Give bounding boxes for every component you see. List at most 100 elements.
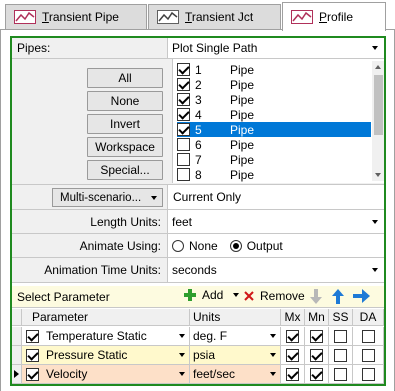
row-header-current[interactable] xyxy=(12,365,22,384)
multi-scenario-dropdown-button[interactable]: Multi-scenario... xyxy=(52,188,163,207)
mn-checkbox[interactable] xyxy=(310,329,323,343)
pipe-list-scrollbar[interactable] xyxy=(372,61,384,181)
parameter-enable-checkbox[interactable] xyxy=(26,329,39,343)
ss-checkbox[interactable] xyxy=(334,348,347,362)
ss-cell[interactable] xyxy=(329,346,353,365)
table-row-parameter[interactable]: Pressure Static xyxy=(22,346,190,365)
tab-strip: Transient Pipe Transient Jct Profile xyxy=(0,0,395,31)
pipe-checkbox[interactable] xyxy=(177,63,190,76)
mx-checkbox[interactable] xyxy=(286,348,299,362)
row-header-corner xyxy=(12,309,22,326)
move-up-arrow-icon[interactable] xyxy=(331,288,345,304)
chevron-down-icon xyxy=(372,219,378,224)
list-item[interactable]: 8 Pipe xyxy=(177,167,371,182)
mn-checkbox[interactable] xyxy=(310,367,323,381)
mx-checkbox[interactable] xyxy=(286,367,299,381)
plus-icon xyxy=(184,289,196,301)
parameter-enable-checkbox[interactable] xyxy=(26,367,39,381)
parameter-enable-checkbox[interactable] xyxy=(26,348,39,362)
pipes-label: Pipes: xyxy=(12,38,167,58)
ss-cell[interactable] xyxy=(329,327,353,346)
mn-checkbox[interactable] xyxy=(310,348,323,362)
da-checkbox[interactable] xyxy=(361,367,375,381)
da-checkbox[interactable] xyxy=(361,329,375,343)
list-item[interactable]: 3 Pipe xyxy=(177,92,371,107)
da-cell[interactable] xyxy=(353,327,384,346)
list-item[interactable]: 2 Pipe xyxy=(177,77,371,92)
mx-cell[interactable] xyxy=(281,327,305,346)
chevron-down-icon[interactable] xyxy=(179,353,185,357)
all-button[interactable]: All xyxy=(87,68,163,88)
line-chart-icon xyxy=(14,10,36,24)
animate-output-option[interactable]: Output xyxy=(229,239,283,253)
pipe-checkbox[interactable] xyxy=(177,168,190,181)
chevron-down-icon[interactable] xyxy=(233,293,240,297)
anim-time-units-select[interactable]: seconds xyxy=(167,258,384,282)
pipe-checkbox[interactable] xyxy=(177,153,190,166)
pipe-checkbox[interactable] xyxy=(177,78,190,91)
da-cell[interactable] xyxy=(353,346,384,365)
da-checkbox[interactable] xyxy=(361,348,375,362)
special-button[interactable]: Special... xyxy=(87,160,163,180)
scroll-thumb[interactable] xyxy=(374,75,383,135)
none-button[interactable]: None xyxy=(87,91,163,111)
list-item[interactable]: 1 Pipe xyxy=(177,62,371,77)
list-item[interactable]: 4 Pipe xyxy=(177,107,371,122)
row-header[interactable] xyxy=(12,327,22,346)
move-down-arrow-icon[interactable] xyxy=(309,289,323,305)
mx-checkbox[interactable] xyxy=(286,329,299,343)
tab-transient-jct[interactable]: Transient Jct xyxy=(148,4,281,29)
ss-checkbox[interactable] xyxy=(334,367,347,381)
ss-checkbox[interactable] xyxy=(334,329,347,343)
list-item[interactable]: 7 Pipe xyxy=(177,152,371,167)
length-units-value: feet xyxy=(172,214,193,229)
pipe-list[interactable]: 1 Pipe 2 Pipe 3 Pipe 4 Pipe 5 Pipe 6 Pip… xyxy=(172,59,384,183)
radio-none[interactable] xyxy=(172,239,184,252)
pipe-checkbox[interactable] xyxy=(177,123,190,136)
pipes-mode-select[interactable]: Plot Single Path xyxy=(167,38,384,58)
pipe-checkbox[interactable] xyxy=(177,138,190,151)
mx-cell[interactable] xyxy=(281,346,305,365)
table-row-units[interactable]: feet/sec xyxy=(190,365,281,384)
mn-cell[interactable] xyxy=(305,346,329,365)
chevron-down-icon xyxy=(372,46,378,50)
list-item[interactable]: 6 Pipe xyxy=(177,137,371,152)
mn-cell[interactable] xyxy=(305,327,329,346)
workspace-button[interactable]: Workspace xyxy=(87,137,163,157)
list-item-selected[interactable]: 5 Pipe xyxy=(177,122,371,137)
chevron-down-icon[interactable] xyxy=(179,334,185,338)
length-units-select[interactable]: feet xyxy=(167,210,384,233)
da-cell[interactable] xyxy=(353,365,384,384)
add-button[interactable]: Add xyxy=(183,288,240,302)
remove-button[interactable]: Remove xyxy=(243,289,305,303)
chevron-down-icon[interactable] xyxy=(270,353,276,357)
table-row-units[interactable]: psia xyxy=(190,346,281,365)
move-right-arrow-icon[interactable] xyxy=(353,289,371,303)
radio-output[interactable] xyxy=(229,239,242,252)
profile-settings-frame: Pipes: Plot Single Path All None Invert … xyxy=(10,36,386,386)
chevron-down-icon[interactable] xyxy=(179,372,185,376)
table-row-parameter[interactable]: Velocity xyxy=(22,365,190,384)
mx-cell[interactable] xyxy=(281,365,305,384)
pipe-checkbox[interactable] xyxy=(177,93,190,106)
scroll-up-icon[interactable] xyxy=(375,65,381,69)
scenario-value: Current Only xyxy=(167,185,384,209)
tab-profile[interactable]: Profile xyxy=(282,2,386,31)
chevron-down-icon[interactable] xyxy=(270,334,276,338)
invert-button[interactable]: Invert xyxy=(87,114,163,134)
table-row-units[interactable]: deg. F xyxy=(190,327,281,346)
column-header-parameter: Parameter xyxy=(22,309,190,326)
select-parameter-toolbar: Select Parameter Add Remove xyxy=(12,286,384,308)
pipe-checkbox[interactable] xyxy=(177,108,190,121)
remove-x-icon xyxy=(244,291,254,301)
table-row-parameter[interactable]: Temperature Static xyxy=(22,327,190,346)
tab-transient-pipe[interactable]: Transient Pipe xyxy=(5,4,147,29)
anim-time-units-value: seconds xyxy=(172,263,217,277)
ss-cell[interactable] xyxy=(329,365,353,384)
mn-cell[interactable] xyxy=(305,365,329,384)
scroll-down-icon[interactable] xyxy=(375,173,381,177)
animate-none-option[interactable]: None xyxy=(172,239,218,253)
pipe-selection-area: All None Invert Workspace Special... 1 P… xyxy=(12,59,384,185)
chevron-down-icon[interactable] xyxy=(270,372,276,376)
row-header[interactable] xyxy=(12,346,22,365)
